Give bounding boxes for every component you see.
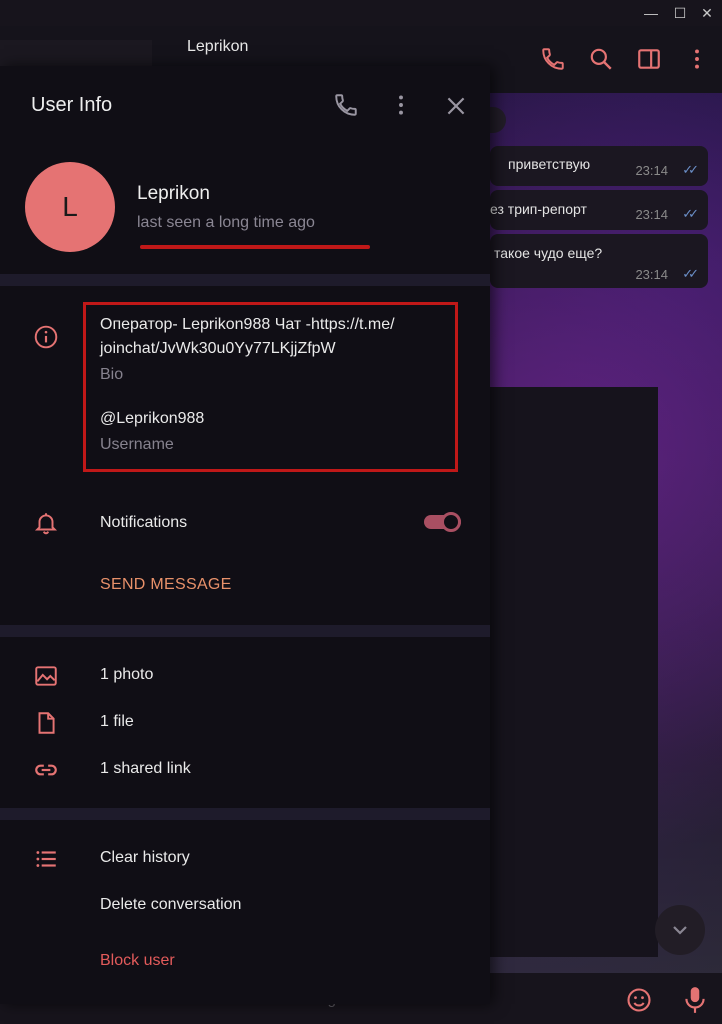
- avatar[interactable]: L: [25, 162, 115, 252]
- message-bubble[interactable]: ез трип-репорт 23:14 ✓✓: [490, 190, 708, 230]
- user-info-panel: User Info L Leprikon last seen a long ti…: [0, 66, 490, 1004]
- files-item[interactable]: 1 file: [100, 713, 134, 731]
- toggle-knob: [441, 512, 461, 532]
- section-divider: [0, 625, 490, 637]
- clear-history-button[interactable]: Clear history: [100, 849, 190, 867]
- photos-item[interactable]: 1 photo: [100, 666, 153, 684]
- block-user-button[interactable]: Block user: [100, 952, 175, 970]
- scroll-down-button[interactable]: [655, 905, 705, 955]
- info-icon: [34, 325, 58, 349]
- list-icon: [36, 851, 56, 867]
- phone-icon[interactable]: [540, 46, 566, 72]
- photo-icon: [35, 666, 57, 686]
- delete-conversation-button[interactable]: Delete conversation: [100, 896, 241, 914]
- section-divider: [0, 274, 490, 286]
- search-icon[interactable]: [588, 46, 614, 72]
- send-message-button[interactable]: SEND MESSAGE: [100, 576, 232, 594]
- highlight-underline: [140, 245, 370, 249]
- file-icon: [38, 712, 55, 734]
- microphone-icon[interactable]: [682, 985, 708, 1015]
- panel-title: User Info: [31, 94, 113, 116]
- read-check-icon: ✓✓: [682, 206, 699, 221]
- chat-media-area: [490, 387, 658, 957]
- chevron-down-icon: [673, 926, 687, 935]
- close-icon[interactable]: [443, 93, 469, 119]
- notifications-toggle[interactable]: [424, 512, 461, 532]
- last-seen-status: last seen a long time ago: [137, 214, 315, 231]
- link-icon: [35, 764, 57, 776]
- bio-text-line1[interactable]: Оператор- Leprikon988 Чат -https://t.me/: [100, 316, 395, 334]
- section-divider: [0, 808, 490, 820]
- user-name: Leprikon: [137, 183, 210, 204]
- bio-label: Bio: [100, 366, 124, 383]
- shared-links-item[interactable]: 1 shared link: [100, 760, 191, 778]
- message-text: ез трип-репорт: [490, 201, 587, 217]
- more-vertical-icon[interactable]: [684, 46, 710, 72]
- emoji-icon[interactable]: [625, 986, 653, 1014]
- username-value[interactable]: @Leprikon988: [100, 410, 204, 428]
- bell-icon: [34, 513, 58, 535]
- username-label: Username: [100, 436, 174, 453]
- maximize-button[interactable]: ☐: [669, 3, 691, 23]
- message-time: 23:14: [635, 207, 668, 222]
- minimize-button[interactable]: —: [640, 3, 662, 23]
- more-vertical-icon[interactable]: [388, 92, 414, 118]
- message-bubble[interactable]: приветствую 23:14 ✓✓: [490, 146, 708, 186]
- close-window-button[interactable]: ✕: [696, 3, 718, 23]
- sidebar-toggle-icon[interactable]: [636, 46, 662, 72]
- message-text: такое чудо еще?: [494, 245, 603, 261]
- message-time: 23:14: [635, 163, 668, 178]
- read-check-icon: ✓✓: [682, 266, 699, 281]
- message-time: 23:14: [635, 267, 668, 282]
- phone-icon[interactable]: [333, 92, 359, 118]
- message-text: приветствую: [508, 156, 591, 172]
- read-check-icon: ✓✓: [682, 162, 699, 177]
- notifications-label: Notifications: [100, 514, 188, 531]
- message-bubble[interactable]: такое чудо еще? 23:14 ✓✓: [490, 234, 708, 288]
- window-titlebar: — ☐ ✕: [0, 0, 722, 26]
- bio-text-line2[interactable]: joinchat/JvWk30u0Yy77LKjjZfpW: [100, 340, 336, 358]
- chat-title[interactable]: Leprikon: [187, 38, 248, 56]
